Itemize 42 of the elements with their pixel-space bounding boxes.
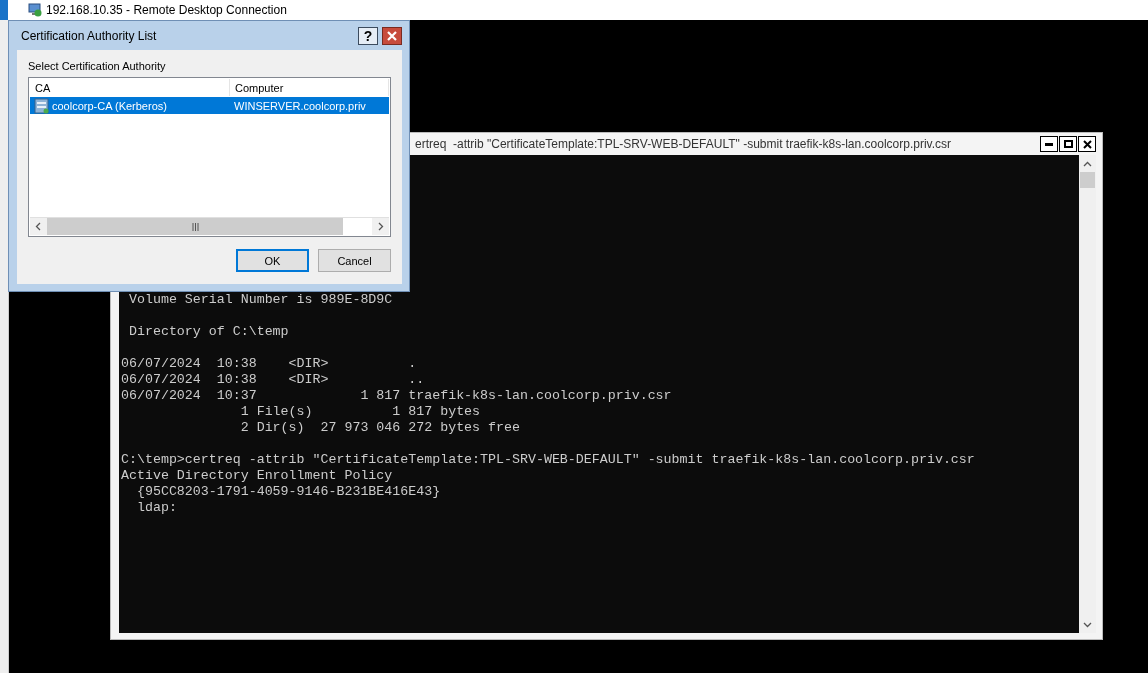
console-line: C:\temp>certreq -attrib "CertificateTemplate:TPL-SRV-WEB-DEFAULT" -submit traefik-k8s-lan.coolcorp.priv.csr [121, 452, 975, 468]
close-icon [387, 30, 397, 41]
console-line: {95CC8203-1791-4059-9146-B231BE416E43} [135, 484, 441, 500]
ca-name: coolcorp-CA (Kerberos) [52, 99, 167, 112]
maximize-button[interactable] [1059, 136, 1077, 152]
computer-name: WINSERVER.coolcorp.priv [230, 97, 389, 114]
maximize-icon [1063, 140, 1073, 148]
help-button[interactable]: ? [358, 26, 378, 45]
vertical-scrollbar[interactable] [1079, 155, 1096, 633]
window-title: 192.168.10.35 - Remote Desktop Connection [46, 3, 287, 17]
dialog-title: Certification Authority List [20, 28, 158, 43]
console-line: 06/07/2024 10:38 <DIR> . [121, 356, 417, 372]
close-button[interactable] [1078, 136, 1096, 152]
scroll-thumb[interactable] [1080, 172, 1095, 188]
console-line: Volume Serial Number is 989E-8D9C [127, 292, 393, 308]
console-line: Directory of C:\temp [127, 324, 289, 340]
console-line: 2 Dir(s) 27 973 046 272 bytes free [239, 420, 520, 436]
console-line: 1 File(s) 1 817 bytes [239, 404, 481, 420]
close-icon [1082, 139, 1092, 149]
dialog-button[interactable]: Cancel [318, 249, 391, 272]
grip-icon [191, 222, 199, 231]
chevron-right-icon [377, 222, 384, 231]
scroll-left-button[interactable] [30, 218, 47, 235]
chevron-down-icon [1083, 621, 1092, 628]
window-title: ertreq -attrib "CertificateTemplate:TPL-SRV-WEB-DEFAULT" -submit traefik-k8s-lan.coolcorp.priv.csr [415, 137, 952, 151]
dialog-button[interactable]: OK [236, 249, 309, 272]
chevron-left-icon [35, 222, 42, 231]
console-line: Active Directory Enrollment Policy [121, 468, 393, 484]
console-line: ldap: [135, 500, 177, 516]
close-button[interactable] [382, 26, 402, 45]
scroll-right-button[interactable] [372, 218, 389, 235]
scroll-thumb[interactable] [47, 218, 343, 235]
remote-desktop-icon [28, 3, 42, 17]
minimize-button[interactable] [1040, 136, 1058, 152]
minimize-icon [1045, 142, 1053, 146]
certificate-server-icon [34, 97, 50, 114]
console-line: 06/07/2024 10:37 1 817 traefik-k8s-lan.coolcorp.priv.csr [121, 388, 672, 404]
console-line: 06/07/2024 10:38 <DIR> .. [121, 372, 425, 388]
list-row[interactable]: coolcorp-CA (Kerberos) [30, 97, 230, 114]
chevron-up-icon [1083, 160, 1092, 167]
prompt-label: Select Certification Authority [28, 60, 166, 72]
horizontal-scrollbar[interactable] [30, 217, 389, 235]
